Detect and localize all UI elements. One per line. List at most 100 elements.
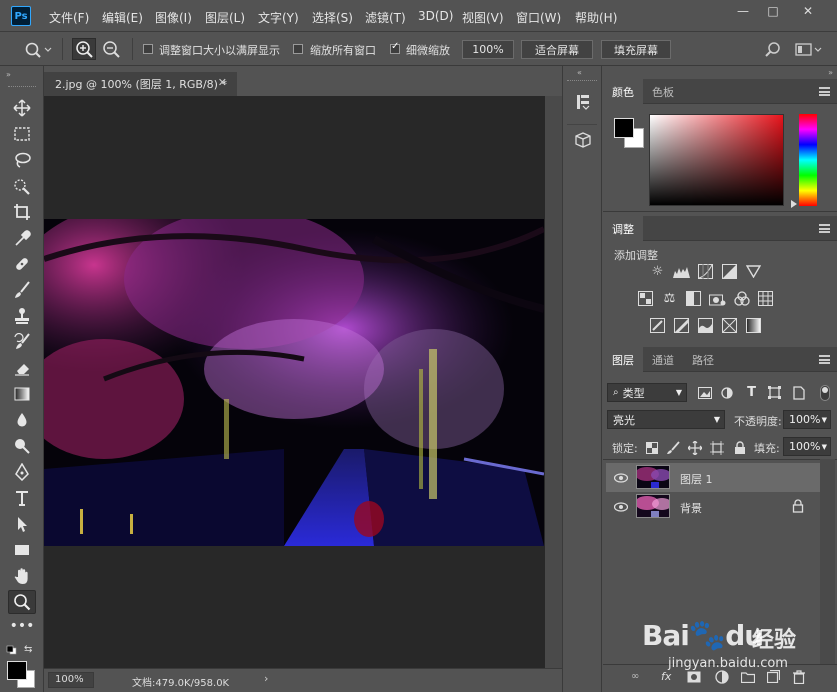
- grip-icon[interactable]: [567, 80, 597, 82]
- zoom-in-icon[interactable]: [72, 38, 96, 60]
- levels-icon[interactable]: [673, 264, 690, 279]
- healing-brush-tool-icon[interactable]: [8, 252, 36, 276]
- zoom-tool-icon[interactable]: [8, 590, 36, 614]
- lock-transparent-icon[interactable]: [643, 440, 660, 455]
- selective-color-icon[interactable]: [721, 318, 738, 333]
- menu-filter[interactable]: 滤镜(T): [365, 9, 406, 26]
- zoom-percent-field[interactable]: 100%: [462, 40, 514, 59]
- brush-tool-icon[interactable]: [8, 278, 36, 302]
- layer-row-layer-1[interactable]: 图层 1: [606, 463, 820, 492]
- menu-select[interactable]: 选择(S): [312, 9, 353, 26]
- type-tool-icon[interactable]: [8, 486, 36, 510]
- dodge-tool-icon[interactable]: [8, 434, 36, 458]
- foreground-color-chip[interactable]: [614, 118, 634, 138]
- hand-tool-icon[interactable]: [8, 564, 36, 588]
- tab-color[interactable]: 颜色: [603, 79, 643, 104]
- blur-tool-icon[interactable]: [8, 408, 36, 432]
- panel-menu-icon[interactable]: [819, 355, 830, 364]
- canvas-image[interactable]: [44, 219, 544, 546]
- foreground-color-swatch[interactable]: [7, 661, 27, 680]
- quick-selection-tool-icon[interactable]: [8, 174, 36, 198]
- tab-adjustments[interactable]: 调整: [603, 216, 643, 241]
- zoom-level-field[interactable]: 100%: [48, 672, 94, 688]
- tab-channels[interactable]: 通道: [643, 347, 683, 372]
- grip-icon[interactable]: [8, 86, 36, 88]
- layer-filter-select[interactable]: ⌕ 类型 ▼: [607, 383, 687, 402]
- tab-layers[interactable]: 图层: [603, 347, 643, 372]
- lock-position-icon[interactable]: [686, 440, 703, 455]
- lock-all-icon[interactable]: [731, 440, 748, 455]
- color-field[interactable]: [649, 114, 784, 206]
- swap-colors-icon[interactable]: ⇆: [24, 644, 36, 655]
- history-brush-tool-icon[interactable]: [8, 330, 36, 354]
- lasso-tool-icon[interactable]: [8, 148, 36, 172]
- marquee-tool-icon[interactable]: [8, 122, 36, 146]
- more-tools-icon[interactable]: •••: [8, 618, 36, 634]
- curves-icon[interactable]: [697, 264, 714, 279]
- resize-windows-checkbox[interactable]: [143, 44, 153, 54]
- pen-tool-icon[interactable]: [8, 460, 36, 484]
- filter-toggle[interactable]: [820, 385, 830, 401]
- menu-window[interactable]: 窗口(W): [516, 9, 561, 26]
- history-panel-icon[interactable]: [573, 92, 593, 112]
- panel-menu-icon[interactable]: [819, 87, 830, 96]
- fill-screen-button[interactable]: 填充屏幕: [601, 40, 671, 59]
- menu-type[interactable]: 文字(Y): [258, 9, 299, 26]
- tab-paths[interactable]: 路径: [683, 347, 723, 372]
- menu-edit[interactable]: 编辑(E): [102, 9, 143, 26]
- blend-mode-select[interactable]: 亮光 ▼: [607, 410, 725, 429]
- chevron-right-icon[interactable]: ›: [264, 672, 268, 685]
- black-white-icon[interactable]: [685, 291, 702, 306]
- hue-saturation-icon[interactable]: [637, 291, 654, 306]
- close-button[interactable]: ✕: [795, 2, 821, 20]
- filter-type-icon[interactable]: T: [743, 385, 760, 400]
- layer-name[interactable]: 背景: [680, 500, 702, 516]
- gradient-map-icon[interactable]: [745, 318, 762, 333]
- path-selection-tool-icon[interactable]: [8, 512, 36, 536]
- collapse-icon[interactable]: »: [6, 70, 11, 79]
- visibility-eye-icon[interactable]: [613, 502, 629, 512]
- stamp-tool-icon[interactable]: [8, 304, 36, 328]
- panel-menu-icon[interactable]: [819, 224, 830, 233]
- maximize-button[interactable]: □: [760, 2, 786, 20]
- default-colors-icon[interactable]: [6, 644, 18, 655]
- minimize-button[interactable]: —: [730, 2, 756, 20]
- zoom-all-windows-checkbox[interactable]: [293, 44, 303, 54]
- search-icon[interactable]: [764, 41, 782, 59]
- move-tool-icon[interactable]: [8, 96, 36, 120]
- fit-screen-button[interactable]: 适合屏幕: [521, 40, 593, 59]
- menu-layer[interactable]: 图层(L): [205, 9, 245, 26]
- hue-slider-handle[interactable]: [791, 200, 797, 208]
- posterize-icon[interactable]: [673, 318, 690, 333]
- visibility-eye-icon[interactable]: [613, 473, 629, 483]
- filter-pixel-icon[interactable]: [696, 385, 713, 400]
- filter-smart-object-icon[interactable]: [790, 385, 807, 400]
- layer-name[interactable]: 图层 1: [680, 471, 713, 487]
- exposure-icon[interactable]: [721, 264, 738, 279]
- menu-help[interactable]: 帮助(H): [575, 9, 617, 26]
- crop-tool-icon[interactable]: [8, 200, 36, 224]
- channel-mixer-icon[interactable]: [733, 290, 750, 306]
- 3d-panel-icon[interactable]: [573, 130, 593, 150]
- zoom-out-icon[interactable]: [100, 39, 122, 59]
- eyedropper-tool-icon[interactable]: [8, 226, 36, 250]
- filter-adjustment-icon[interactable]: [718, 385, 735, 400]
- tab-swatches[interactable]: 色板: [643, 79, 683, 104]
- close-tab-icon[interactable]: ✕: [218, 76, 227, 89]
- menu-view[interactable]: 视图(V): [462, 9, 504, 26]
- layer-row-background[interactable]: 背景: [606, 492, 820, 521]
- document-tab[interactable]: 2.jpg @ 100% (图层 1, RGB/8) * ✕: [44, 72, 237, 96]
- invert-icon[interactable]: [649, 318, 666, 333]
- opacity-field[interactable]: 100% ▼: [783, 410, 831, 429]
- threshold-icon[interactable]: [697, 318, 714, 333]
- vertical-scrollbar[interactable]: [545, 96, 562, 668]
- vibrance-icon[interactable]: [745, 264, 762, 279]
- expand-icon[interactable]: «: [577, 68, 582, 77]
- lock-artboard-icon[interactable]: [708, 440, 725, 455]
- panel-collapse-icon[interactable]: »: [713, 68, 833, 77]
- eraser-tool-icon[interactable]: [8, 356, 36, 380]
- zoom-tool-preset-icon[interactable]: [24, 41, 52, 59]
- brightness-contrast-icon[interactable]: ☼: [649, 264, 666, 279]
- color-lookup-icon[interactable]: [757, 291, 774, 306]
- menu-3d[interactable]: 3D(D): [418, 9, 453, 23]
